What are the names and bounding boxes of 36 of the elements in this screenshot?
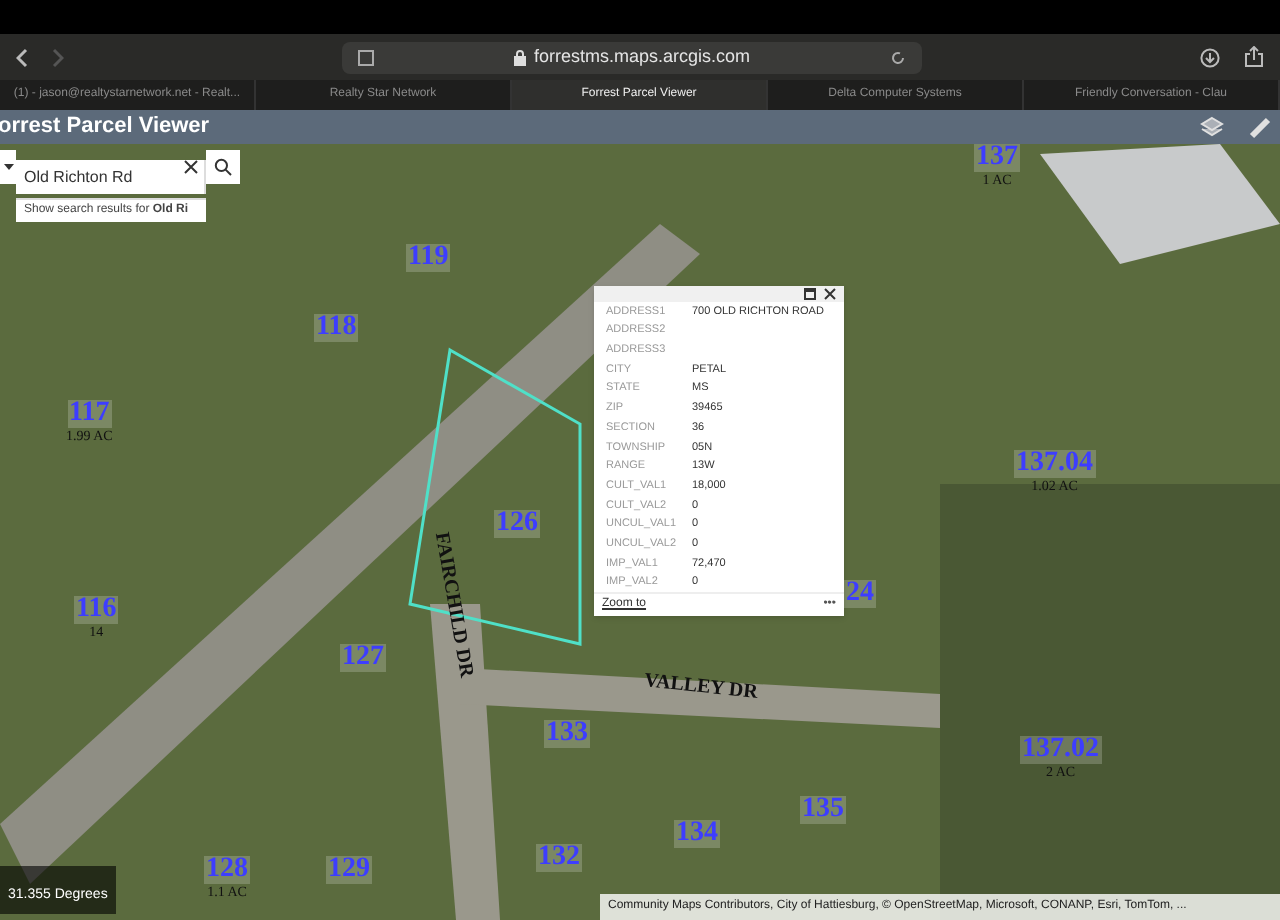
parcel-number: 132: [536, 844, 582, 872]
caret-icon: [3, 164, 13, 170]
parcel-number: 137.02: [1020, 736, 1101, 764]
back-icon[interactable]: [16, 47, 28, 67]
street-label: VALLEY DR: [642, 668, 760, 708]
layers-icon[interactable]: [1200, 115, 1224, 139]
page-icon: [358, 49, 374, 65]
address-bar[interactable]: forrestms.maps.arcgis.com: [342, 41, 922, 73]
lock-icon: [513, 49, 526, 65]
parcel-number: 127: [340, 644, 386, 672]
parcel-number: 117: [67, 400, 112, 428]
close-icon[interactable]: [824, 288, 836, 300]
parcel-number: 118: [314, 314, 359, 342]
reload-icon[interactable]: [890, 49, 906, 65]
parcel-number: 129: [326, 856, 372, 884]
parcel-number: 116: [74, 596, 119, 624]
parcel-number: 134: [674, 820, 720, 848]
ruler-icon[interactable]: [1248, 115, 1272, 139]
clear-icon[interactable]: [184, 160, 198, 174]
parcel-number: 137: [974, 144, 1020, 172]
parcel-number: 135: [800, 796, 846, 824]
parcel-number: 128: [204, 856, 250, 884]
parcel-number: 24: [844, 580, 876, 608]
dropdown-button[interactable]: [0, 150, 16, 184]
street-label: FAIRCHILD DR: [427, 530, 479, 680]
search-field[interactable]: Old Richton Rd: [16, 160, 206, 194]
download-icon[interactable]: [1200, 47, 1220, 67]
parcel-number: 137.04: [1014, 450, 1095, 478]
parcel-number: 126: [494, 510, 540, 538]
parcel-number: 119: [406, 244, 451, 272]
search-icon: [214, 158, 232, 176]
share-icon[interactable]: [1244, 46, 1264, 68]
maximize-icon[interactable]: [804, 288, 816, 300]
parcel-number: 133: [544, 720, 590, 748]
search-button[interactable]: [206, 150, 240, 184]
url-text: forrestms.maps.arcgis.com: [533, 43, 751, 70]
